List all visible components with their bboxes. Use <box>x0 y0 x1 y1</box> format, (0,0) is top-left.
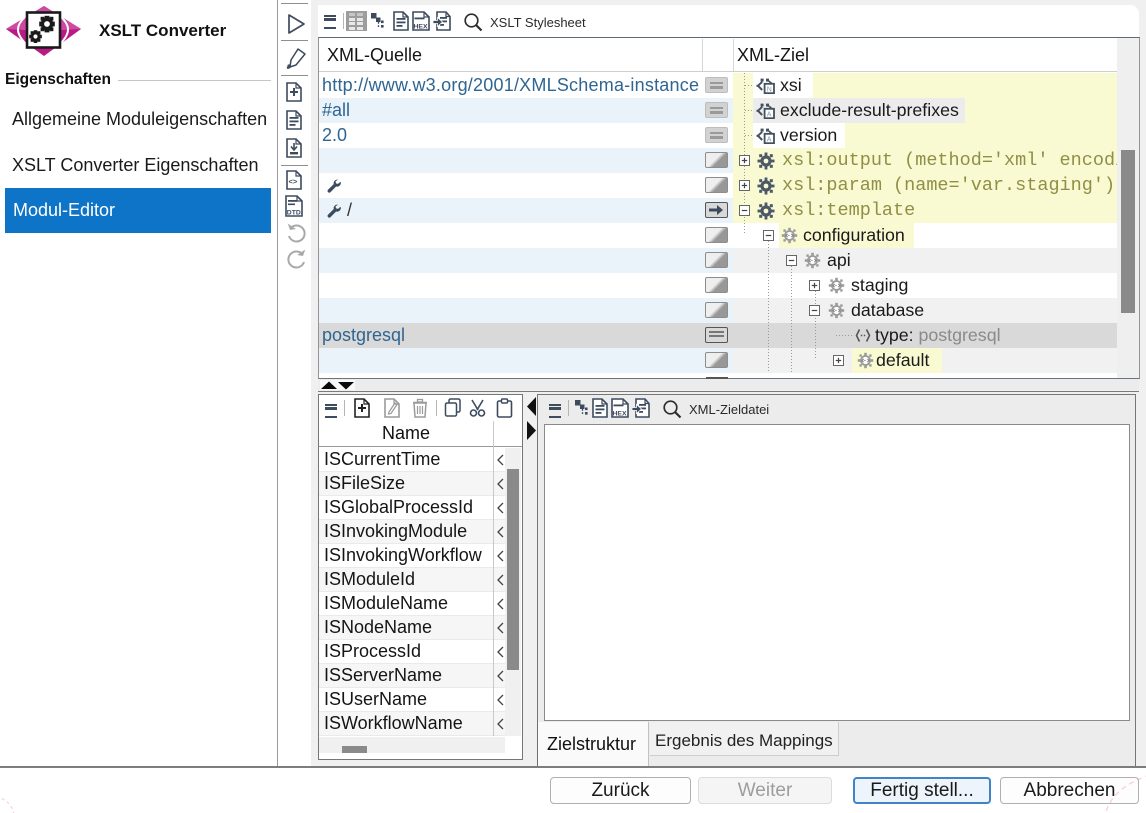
svg-text:<>: <> <box>289 177 298 186</box>
svg-text:HEX: HEX <box>613 411 627 418</box>
svg-text:N: N <box>767 86 772 93</box>
svg-text:DTD: DTD <box>287 210 301 217</box>
svg-text:HEX: HEX <box>414 24 428 31</box>
svg-text:A: A <box>767 136 772 143</box>
svg-text:A: A <box>767 111 772 118</box>
